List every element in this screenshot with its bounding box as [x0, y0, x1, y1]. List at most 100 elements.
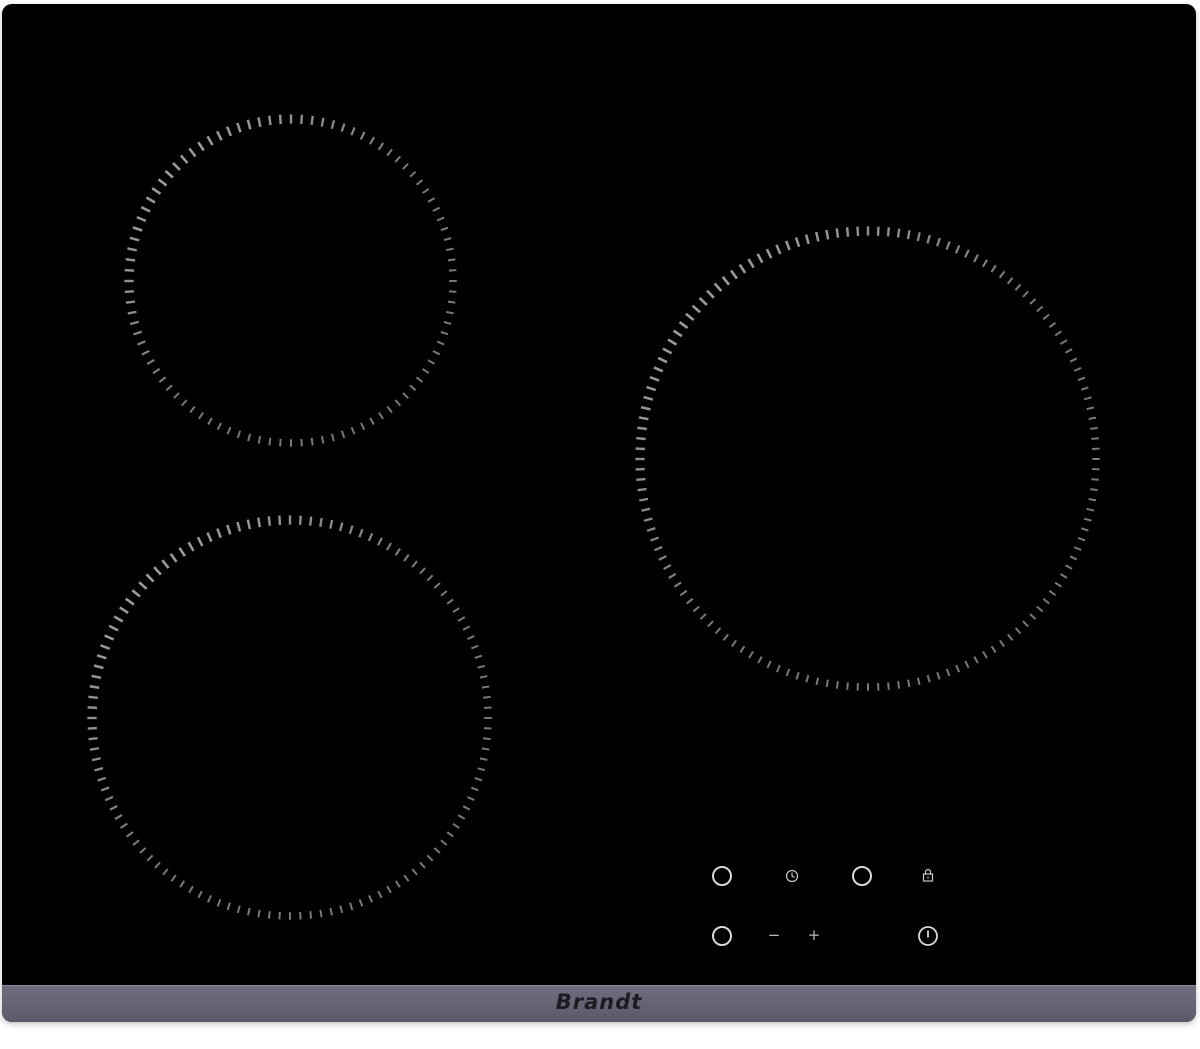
ring-tick	[668, 572, 677, 579]
lock-button[interactable]	[920, 867, 936, 883]
ring-tick	[246, 519, 252, 530]
ring-tick	[119, 606, 129, 614]
ring-tick	[982, 650, 988, 659]
ring-tick	[673, 581, 682, 588]
ring-tick	[1059, 573, 1068, 579]
ring-tick	[197, 890, 203, 899]
ring-tick	[151, 187, 162, 195]
ring-tick	[730, 269, 738, 280]
ring-tick	[945, 668, 951, 677]
ring-tick	[686, 597, 694, 605]
ring-tick	[897, 681, 901, 689]
ring-tick	[378, 412, 384, 420]
ring-tick	[785, 668, 791, 677]
ring-tick	[1029, 298, 1037, 305]
ring-tick	[179, 154, 189, 164]
ring-tick	[132, 226, 143, 232]
ring-tick	[236, 905, 241, 914]
zone-select-button-3[interactable]	[710, 924, 734, 948]
ring-tick	[108, 624, 119, 632]
ring-tick	[470, 786, 479, 792]
ring-tick	[158, 376, 167, 383]
ring-tick	[394, 548, 401, 556]
ring-tick	[640, 405, 651, 411]
ring-tick	[377, 890, 383, 899]
ring-tick	[650, 536, 659, 542]
ring-tick	[835, 228, 840, 238]
lock-icon	[922, 868, 934, 882]
ring-tick	[131, 589, 141, 598]
circle-icon	[852, 866, 872, 886]
ring-tick	[124, 290, 134, 294]
ring-tick	[692, 605, 700, 613]
ring-tick	[198, 412, 204, 420]
ring-tick	[369, 417, 375, 426]
induction-hob: − + Brandt	[2, 4, 1196, 1022]
ring-tick	[377, 537, 383, 546]
ring-tick	[714, 627, 722, 635]
ring-tick	[247, 907, 251, 916]
ring-tick	[369, 136, 375, 145]
ring-tick	[699, 613, 707, 620]
ring-tick	[1014, 283, 1022, 291]
ring-tick	[320, 117, 325, 127]
ring-tick	[246, 119, 252, 130]
ring-tick	[109, 805, 118, 811]
ring-tick	[125, 597, 135, 606]
zone-select-button-2[interactable]	[850, 864, 874, 888]
ring-tick	[470, 644, 479, 650]
ring-tick	[784, 240, 791, 251]
zone-select-button-1[interactable]	[710, 864, 734, 888]
ring-tick	[133, 330, 143, 336]
minus-button[interactable]: −	[764, 925, 784, 945]
ring-tick	[236, 122, 242, 133]
ring-tick	[804, 234, 810, 245]
ring-tick	[663, 564, 672, 570]
ring-tick	[433, 582, 441, 589]
ring-tick	[906, 230, 911, 240]
ring-tick	[955, 664, 960, 673]
ring-tick	[89, 747, 100, 751]
ring-tick	[409, 170, 417, 178]
ring-tick	[713, 282, 723, 292]
ring-tick	[140, 206, 151, 213]
ring-tick	[165, 384, 173, 392]
ring-tick	[1007, 633, 1014, 641]
ring-tick	[1073, 367, 1082, 372]
ring-tick	[722, 633, 729, 641]
ring-tick	[1091, 478, 1099, 481]
ring-tick	[310, 437, 314, 446]
ring-tick	[835, 681, 839, 689]
ring-tick	[926, 674, 931, 683]
ring-tick	[707, 620, 714, 628]
ring-tick	[766, 660, 772, 669]
ring-tick	[643, 517, 653, 522]
ring-tick	[776, 664, 781, 673]
ring-tick	[815, 677, 820, 686]
ring-tick	[188, 885, 194, 894]
ring-tick	[350, 127, 356, 136]
ring-tick	[654, 545, 663, 552]
ring-tick	[477, 664, 486, 669]
ring-tick	[467, 635, 475, 640]
ring-tick	[139, 847, 147, 854]
ring-tick	[440, 839, 448, 846]
timer-button[interactable]	[784, 868, 800, 884]
plus-button[interactable]: +	[804, 925, 824, 945]
ring-tick	[207, 895, 212, 903]
ring-tick	[146, 854, 154, 862]
ring-tick	[91, 674, 102, 680]
ring-tick	[639, 497, 649, 502]
ring-tick	[756, 253, 764, 264]
ring-tick	[267, 516, 272, 526]
ring-tick	[402, 163, 409, 170]
ring-tick	[415, 179, 424, 186]
ring-tick	[477, 767, 486, 772]
ring-tick	[738, 263, 747, 274]
ring-tick	[483, 737, 491, 741]
ring-tick	[100, 786, 110, 792]
power-button[interactable]	[916, 924, 940, 948]
ring-tick	[300, 114, 304, 124]
ring-tick	[1048, 321, 1057, 328]
ring-tick	[319, 909, 323, 918]
